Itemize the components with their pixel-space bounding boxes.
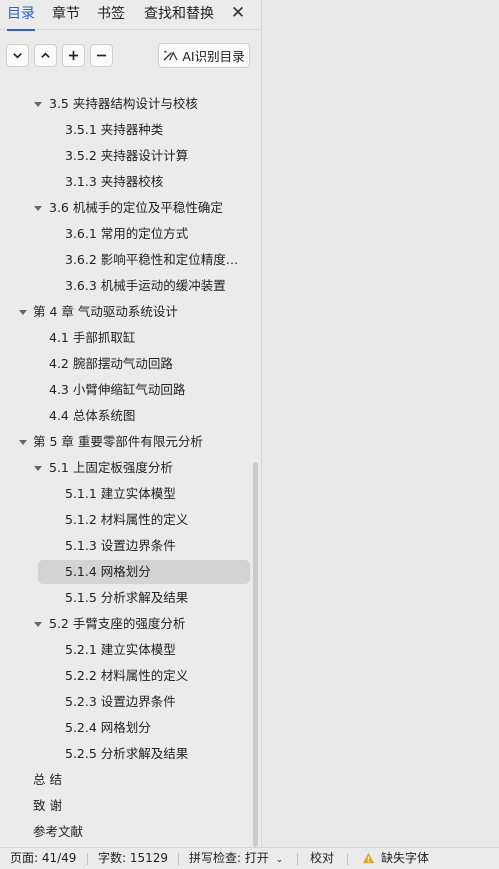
toc-item-label: 总 结 — [33, 772, 62, 787]
expand-triangle-icon[interactable] — [18, 299, 28, 325]
expand-triangle-icon[interactable] — [18, 429, 28, 455]
toc-item-label: 5.2.3 设置边界条件 — [65, 694, 176, 709]
remove-heading-button[interactable] — [90, 44, 113, 67]
toc-item[interactable]: 3.6.1 常用的定位方式 — [0, 221, 252, 247]
document-area[interactable] — [263, 0, 499, 847]
toc-item-label: 3.5 夹持器结构设计与校核 — [49, 96, 198, 111]
status-bar: 页面: 41/49 字数: 15129 拼写检查: 打开 ⌄ 校对 缺失字体 — [0, 847, 499, 869]
toc-item[interactable]: 4.4 总体系统图 — [0, 403, 252, 429]
toc-item-label: 致 谢 — [33, 798, 62, 813]
toc-item[interactable]: 第 5 章 重要零部件有限元分析 — [0, 429, 252, 455]
toc-item-label: 第 4 章 气动驱动系统设计 — [33, 304, 178, 319]
toc-item[interactable]: 5.1.2 材料属性的定义 — [0, 507, 252, 533]
close-icon[interactable]: ✕ — [229, 3, 247, 23]
toc-item-label: 5.1.1 建立实体模型 — [65, 486, 176, 501]
tab-bookmarks[interactable]: 书签 — [97, 3, 125, 25]
toc-item-label: 5.1.5 分析求解及结果 — [65, 590, 189, 605]
toc-item[interactable]: 3.5 夹持器结构设计与校核 — [0, 91, 252, 117]
divider — [297, 853, 298, 865]
toc-item-selected[interactable]: 5.1.4 网格划分 — [0, 559, 252, 585]
spell-check-toggle[interactable]: 拼写检查: 打开 ⌄ — [189, 848, 283, 869]
toc-item[interactable]: 5.2.2 材料属性的定义 — [0, 663, 252, 689]
toc-item[interactable]: 3.1.3 夹持器校核 — [0, 169, 252, 195]
tab-toc[interactable]: 目录 — [7, 3, 35, 31]
toc-item[interactable]: 3.6.2 影响平稳性和定位精度的 ... — [0, 247, 252, 273]
toc-item[interactable]: 致 谢 — [0, 793, 252, 819]
toc-item[interactable]: 3.5.1 夹持器种类 — [0, 117, 252, 143]
toc-item-label: 5.2.5 分析求解及结果 — [65, 746, 189, 761]
scrollbar-thumb[interactable] — [253, 462, 258, 847]
divider — [87, 853, 88, 865]
chevron-up-icon — [41, 52, 50, 58]
toc-item-label: 3.5.2 夹持器设计计算 — [65, 148, 189, 163]
toc-list: 3.5 夹持器结构设计与校核 3.5.1 夹持器种类 3.5.2 夹持器设计计算 3.… — [0, 91, 252, 845]
toc-item-label: 第 5 章 重要零部件有限元分析 — [33, 434, 203, 449]
divider — [178, 853, 179, 865]
page-count[interactable]: 页面: 41/49 — [10, 848, 76, 869]
toc-item-label: 5.2 手臂支座的强度分析 — [49, 616, 186, 631]
toc-item-label: 5.2.2 材料属性的定义 — [65, 668, 189, 683]
toc-item[interactable]: 参考文献 — [0, 819, 252, 845]
toc-item-label: 3.6.3 机械手运动的缓冲装置 — [65, 278, 226, 293]
toc-item-label: 5.1.3 设置边界条件 — [65, 538, 176, 553]
toc-item[interactable]: 3.6 机械手的定位及平稳性确定 — [0, 195, 252, 221]
toc-item-label: 5.2.1 建立实体模型 — [65, 642, 176, 657]
toc-item-label: 5.1 上固定板强度分析 — [49, 460, 173, 475]
toc-item[interactable]: 5.2 手臂支座的强度分析 — [0, 611, 252, 637]
minus-icon — [96, 54, 107, 57]
toc-item[interactable]: 第 4 章 气动驱动系统设计 — [0, 299, 252, 325]
chevron-down-icon — [13, 53, 22, 59]
tab-bar: 目录 章节 书签 查找和替换 ✕ — [0, 0, 262, 31]
toc-item-label: 5.2.4 网格划分 — [65, 720, 151, 735]
toc-item[interactable]: 3.6.3 机械手运动的缓冲装置 — [0, 273, 252, 299]
toc-item-label: 4.4 总体系统图 — [49, 408, 136, 423]
toc-item-label: 3.6.1 常用的定位方式 — [65, 226, 189, 241]
toc-item[interactable]: 总 结 — [0, 767, 252, 793]
toc-panel: 目录 章节 书签 查找和替换 ✕ AI识别目录 3.5 夹持器结构设计与校核 3.… — [0, 0, 262, 847]
toc-item[interactable]: 5.1 上固定板强度分析 — [0, 455, 252, 481]
toc-item[interactable]: 5.2.5 分析求解及结果 — [0, 741, 252, 767]
missing-font-button[interactable]: 缺失字体 — [381, 848, 429, 869]
tab-find-replace[interactable]: 查找和替换 — [144, 3, 214, 25]
expand-down-button[interactable] — [6, 44, 29, 67]
toc-item-label: 3.6.2 影响平稳性和定位精度的 ... — [65, 252, 245, 267]
expand-triangle-icon[interactable] — [33, 455, 43, 481]
ai-magic-icon — [163, 50, 178, 61]
toc-item[interactable]: 5.2.4 网格划分 — [0, 715, 252, 741]
tab-chapters[interactable]: 章节 — [52, 3, 80, 25]
toc-item-label: 4.1 手部抓取缸 — [49, 330, 136, 345]
chevron-down-icon: ⌄ — [275, 855, 284, 865]
toc-item-label: 4.2 腕部摆动气动回路 — [49, 356, 173, 371]
toc-item-label: 4.3 小臂伸缩缸气动回路 — [49, 382, 186, 397]
word-count[interactable]: 字数: 15129 — [98, 848, 168, 869]
collapse-up-button[interactable] — [34, 44, 57, 67]
toc-item[interactable]: 4.1 手部抓取缸 — [0, 325, 252, 351]
toc-item[interactable]: 3.5.2 夹持器设计计算 — [0, 143, 252, 169]
toc-item-label: 3.1.3 夹持器校核 — [65, 174, 164, 189]
toc-item-label: 5.1.4 网格划分 — [65, 564, 151, 579]
toc-item-label: 5.1.2 材料属性的定义 — [65, 512, 189, 527]
expand-triangle-icon[interactable] — [33, 611, 43, 637]
toc-item[interactable]: 5.2.3 设置边界条件 — [0, 689, 252, 715]
expand-triangle-icon[interactable] — [33, 195, 43, 221]
warning-icon — [362, 852, 375, 864]
expand-triangle-icon[interactable] — [33, 91, 43, 117]
toc-item-label: 参考文献 — [33, 824, 84, 839]
add-heading-button[interactable] — [62, 44, 85, 67]
toc-item[interactable]: 5.2.1 建立实体模型 — [0, 637, 252, 663]
toc-item[interactable]: 5.1.1 建立实体模型 — [0, 481, 252, 507]
toc-item[interactable]: 5.1.3 设置边界条件 — [0, 533, 252, 559]
divider — [347, 853, 348, 865]
toc-item-label: 3.5.1 夹持器种类 — [65, 122, 164, 137]
ai-recognize-toc-button[interactable]: AI识别目录 — [158, 43, 250, 68]
toc-item[interactable]: 4.3 小臂伸缩缸气动回路 — [0, 377, 252, 403]
proofread-button[interactable]: 校对 — [310, 848, 334, 869]
toc-item[interactable]: 4.2 腕部摆动气动回路 — [0, 351, 252, 377]
toc-item-label: 3.6 机械手的定位及平稳性确定 — [49, 200, 223, 215]
toc-item[interactable]: 5.1.5 分析求解及结果 — [0, 585, 252, 611]
plus-icon — [68, 50, 79, 61]
ai-button-label: AI识别目录 — [182, 49, 245, 64]
spell-check-label: 拼写检查: 打开 — [189, 851, 269, 865]
